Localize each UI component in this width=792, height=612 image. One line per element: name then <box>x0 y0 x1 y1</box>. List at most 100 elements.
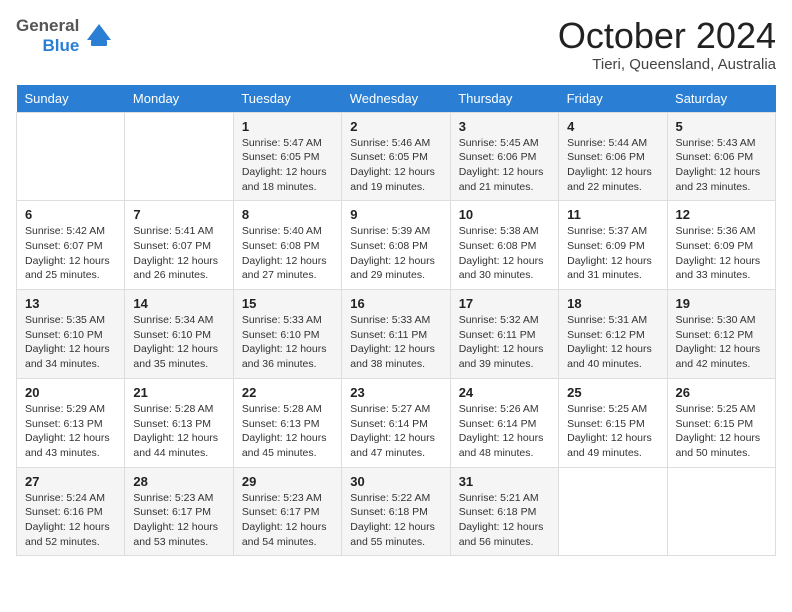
day-info: Sunrise: 5:38 AM Sunset: 6:08 PM Dayligh… <box>459 224 550 283</box>
calendar-cell: 17 Sunrise: 5:32 AM Sunset: 6:11 PM Dayli… <box>450 290 558 379</box>
calendar-cell: 11 Sunrise: 5:37 AM Sunset: 6:09 PM Dayli… <box>559 201 667 290</box>
day-number: 5 <box>676 119 767 134</box>
day-number: 14 <box>133 296 224 311</box>
weekday-header-friday: Friday <box>559 85 667 113</box>
day-number: 7 <box>133 207 224 222</box>
day-number: 18 <box>567 296 658 311</box>
calendar-cell: 6 Sunrise: 5:42 AM Sunset: 6:07 PM Daylig… <box>17 201 125 290</box>
day-number: 12 <box>676 207 767 222</box>
day-info: Sunrise: 5:28 AM Sunset: 6:13 PM Dayligh… <box>242 402 333 461</box>
calendar-cell: 28Sunrise: 5:23 AM Sunset: 6:17 PM Dayli… <box>125 467 233 556</box>
calendar-cell <box>667 467 775 556</box>
day-number: 2 <box>350 119 441 134</box>
day-info: Sunrise: 5:27 AM Sunset: 6:14 PM Dayligh… <box>350 402 441 461</box>
calendar-table: SundayMondayTuesdayWednesdayThursdayFrid… <box>16 85 776 557</box>
day-info: Sunrise: 5:44 AM Sunset: 6:06 PM Dayligh… <box>567 136 658 195</box>
weekday-header-row: SundayMondayTuesdayWednesdayThursdayFrid… <box>17 85 776 113</box>
calendar-cell: 5 Sunrise: 5:43 AM Sunset: 6:06 PM Daylig… <box>667 112 775 201</box>
calendar-cell: 21Sunrise: 5:28 AM Sunset: 6:13 PM Dayli… <box>125 378 233 467</box>
month-title: October 2024 <box>558 16 776 56</box>
logo: General Blue <box>16 16 115 56</box>
calendar-cell: 31 Sunrise: 5:21 AM Sunset: 6:18 PM Dayli… <box>450 467 558 556</box>
title-block: October 2024 Tieri, Queensland, Australi… <box>558 16 776 73</box>
day-info: Sunrise: 5:33 AM Sunset: 6:10 PM Dayligh… <box>242 313 333 372</box>
day-info: Sunrise: 5:23 AM Sunset: 6:17 PM Dayligh… <box>242 491 333 550</box>
day-number: 1 <box>242 119 333 134</box>
calendar-cell <box>559 467 667 556</box>
weekday-header-saturday: Saturday <box>667 85 775 113</box>
day-number: 29 <box>242 474 333 489</box>
logo-blue: Blue <box>42 36 79 56</box>
day-number: 20 <box>25 385 116 400</box>
page-header: General Blue October 2024 Tieri, Queensl… <box>16 16 776 73</box>
calendar-cell: 24 Sunrise: 5:26 AM Sunset: 6:14 PM Dayli… <box>450 378 558 467</box>
day-number: 10 <box>459 207 550 222</box>
weekday-header-tuesday: Tuesday <box>233 85 341 113</box>
calendar-cell: 4 Sunrise: 5:44 AM Sunset: 6:06 PM Daylig… <box>559 112 667 201</box>
calendar-cell: 1Sunrise: 5:47 AM Sunset: 6:05 PM Daylig… <box>233 112 341 201</box>
day-info: Sunrise: 5:43 AM Sunset: 6:06 PM Dayligh… <box>676 136 767 195</box>
calendar-cell <box>17 112 125 201</box>
calendar-week-5: 27 Sunrise: 5:24 AM Sunset: 6:16 PM Dayli… <box>17 467 776 556</box>
day-number: 4 <box>567 119 658 134</box>
day-info: Sunrise: 5:26 AM Sunset: 6:14 PM Dayligh… <box>459 402 550 461</box>
weekday-header-sunday: Sunday <box>17 85 125 113</box>
day-info: Sunrise: 5:41 AM Sunset: 6:07 PM Dayligh… <box>133 224 224 283</box>
day-info: Sunrise: 5:37 AM Sunset: 6:09 PM Dayligh… <box>567 224 658 283</box>
day-number: 24 <box>459 385 550 400</box>
logo-general: General <box>16 16 79 36</box>
calendar-cell: 16Sunrise: 5:33 AM Sunset: 6:11 PM Dayli… <box>342 290 450 379</box>
calendar-cell: 30 Sunrise: 5:22 AM Sunset: 6:18 PM Dayli… <box>342 467 450 556</box>
calendar-week-2: 6 Sunrise: 5:42 AM Sunset: 6:07 PM Daylig… <box>17 201 776 290</box>
calendar-cell: 8 Sunrise: 5:40 AM Sunset: 6:08 PM Daylig… <box>233 201 341 290</box>
day-number: 3 <box>459 119 550 134</box>
day-number: 15 <box>242 296 333 311</box>
calendar-cell: 29 Sunrise: 5:23 AM Sunset: 6:17 PM Dayli… <box>233 467 341 556</box>
weekday-header-wednesday: Wednesday <box>342 85 450 113</box>
calendar-cell: 19Sunrise: 5:30 AM Sunset: 6:12 PM Dayli… <box>667 290 775 379</box>
calendar-cell: 22 Sunrise: 5:28 AM Sunset: 6:13 PM Dayli… <box>233 378 341 467</box>
calendar-week-1: 1Sunrise: 5:47 AM Sunset: 6:05 PM Daylig… <box>17 112 776 201</box>
calendar-cell: 3 Sunrise: 5:45 AM Sunset: 6:06 PM Daylig… <box>450 112 558 201</box>
day-number: 30 <box>350 474 441 489</box>
calendar-cell: 18 Sunrise: 5:31 AM Sunset: 6:12 PM Dayli… <box>559 290 667 379</box>
day-number: 27 <box>25 474 116 489</box>
day-info: Sunrise: 5:45 AM Sunset: 6:06 PM Dayligh… <box>459 136 550 195</box>
calendar-cell: 15 Sunrise: 5:33 AM Sunset: 6:10 PM Dayli… <box>233 290 341 379</box>
day-number: 13 <box>25 296 116 311</box>
day-info: Sunrise: 5:46 AM Sunset: 6:05 PM Dayligh… <box>350 136 441 195</box>
day-number: 22 <box>242 385 333 400</box>
logo-icon <box>83 20 115 52</box>
day-number: 11 <box>567 207 658 222</box>
calendar-cell: 14 Sunrise: 5:34 AM Sunset: 6:10 PM Dayli… <box>125 290 233 379</box>
calendar-cell <box>125 112 233 201</box>
day-number: 21 <box>133 385 224 400</box>
day-info: Sunrise: 5:25 AM Sunset: 6:15 PM Dayligh… <box>676 402 767 461</box>
day-number: 31 <box>459 474 550 489</box>
day-number: 17 <box>459 296 550 311</box>
day-number: 6 <box>25 207 116 222</box>
location-title: Tieri, Queensland, Australia <box>558 56 776 73</box>
day-info: Sunrise: 5:22 AM Sunset: 6:18 PM Dayligh… <box>350 491 441 550</box>
calendar-cell: 2 Sunrise: 5:46 AM Sunset: 6:05 PM Daylig… <box>342 112 450 201</box>
day-info: Sunrise: 5:34 AM Sunset: 6:10 PM Dayligh… <box>133 313 224 372</box>
calendar-week-3: 13Sunrise: 5:35 AM Sunset: 6:10 PM Dayli… <box>17 290 776 379</box>
day-number: 19 <box>676 296 767 311</box>
day-info: Sunrise: 5:24 AM Sunset: 6:16 PM Dayligh… <box>25 491 116 550</box>
calendar-cell: 7 Sunrise: 5:41 AM Sunset: 6:07 PM Daylig… <box>125 201 233 290</box>
weekday-header-monday: Monday <box>125 85 233 113</box>
day-info: Sunrise: 5:25 AM Sunset: 6:15 PM Dayligh… <box>567 402 658 461</box>
day-number: 8 <box>242 207 333 222</box>
calendar-cell: 25Sunrise: 5:25 AM Sunset: 6:15 PM Dayli… <box>559 378 667 467</box>
day-number: 26 <box>676 385 767 400</box>
day-info: Sunrise: 5:42 AM Sunset: 6:07 PM Dayligh… <box>25 224 116 283</box>
day-number: 28 <box>133 474 224 489</box>
day-number: 16 <box>350 296 441 311</box>
day-info: Sunrise: 5:21 AM Sunset: 6:18 PM Dayligh… <box>459 491 550 550</box>
calendar-week-4: 20Sunrise: 5:29 AM Sunset: 6:13 PM Dayli… <box>17 378 776 467</box>
day-info: Sunrise: 5:31 AM Sunset: 6:12 PM Dayligh… <box>567 313 658 372</box>
calendar-body: 1Sunrise: 5:47 AM Sunset: 6:05 PM Daylig… <box>17 112 776 556</box>
day-info: Sunrise: 5:32 AM Sunset: 6:11 PM Dayligh… <box>459 313 550 372</box>
day-info: Sunrise: 5:40 AM Sunset: 6:08 PM Dayligh… <box>242 224 333 283</box>
calendar-cell: 26 Sunrise: 5:25 AM Sunset: 6:15 PM Dayli… <box>667 378 775 467</box>
